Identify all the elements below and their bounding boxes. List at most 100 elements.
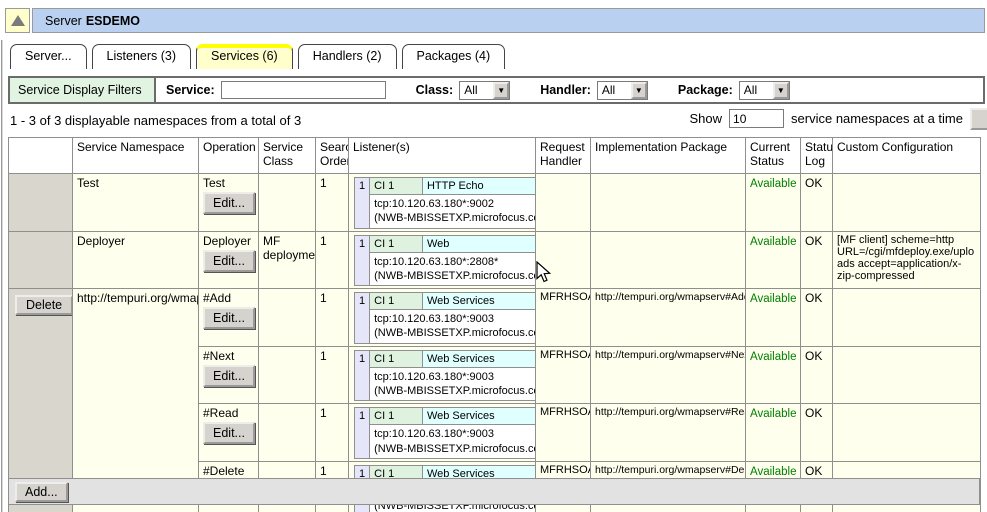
listener-host: (NWB-MBISSETXP.microfocus.com) <box>374 269 535 283</box>
package-select-value: All <box>740 83 773 97</box>
search-order-cell: 1 <box>316 404 349 462</box>
operation-cell: #Add Edit... <box>199 289 259 347</box>
status-log-cell: OK <box>801 231 833 289</box>
implementation-cell: http://tempuri.org/wmapserv#Next <box>591 346 746 404</box>
class-select[interactable]: All ▼ <box>459 81 510 100</box>
listener-address-cell: tcp:10.120.63.180*:2808* (NWB-MBISSETXP.… <box>370 252 536 286</box>
col-listeners: Listener(s) <box>349 138 536 174</box>
listener-mini-table: 1 CI 1 Web tcp:10.120.63.180*:2808* (NWB… <box>354 235 536 287</box>
request-handler-cell <box>536 174 591 232</box>
status-log-cell: OK <box>801 174 833 232</box>
listener-address-cell: tcp:10.120.63.180*:9003 (NWB-MBISSETXP.m… <box>370 425 536 459</box>
tab-handlers[interactable]: Handlers (2) <box>298 44 397 69</box>
delete-button[interactable]: Delete <box>15 295 73 315</box>
listener-mini-table: 1 CI 1 Web Services tcp:10.120.63.180*:9… <box>354 292 536 344</box>
service-filter-input[interactable] <box>221 81 386 99</box>
service-class-cell: MF deployment <box>259 231 316 289</box>
filters-title: Service Display Filters <box>10 78 156 102</box>
search-order-cell: 1 <box>316 289 349 347</box>
request-handler-cell: MFRHSOAP <box>536 346 591 404</box>
show-count-control: Show service namespaces at a time <box>690 109 964 128</box>
refresh-button-partial[interactable] <box>970 108 987 130</box>
tab-packages[interactable]: Packages (4) <box>402 44 506 69</box>
operation-label: #Read <box>203 406 238 420</box>
table-header-row: Service Namespace Operation Service Clas… <box>9 138 981 174</box>
listener-number: 1 <box>355 235 370 286</box>
listeners-cell: 1 CI 1 Web Services tcp:10.120.63.180*:9… <box>349 346 536 404</box>
frame-edge <box>1 40 3 512</box>
service-class-cell <box>259 346 316 404</box>
service-class-cell <box>259 174 316 232</box>
implementation-cell <box>591 231 746 289</box>
listener-name: Web <box>422 235 535 252</box>
listener-address-cell: tcp:10.120.63.180*:9002 (NWB-MBISSETXP.m… <box>370 195 536 229</box>
listeners-cell: 1 CI 1 Web tcp:10.120.63.180*:2808* (NWB… <box>349 231 536 289</box>
col-service-namespace: Service Namespace <box>73 138 199 174</box>
listener-name: Web Services <box>422 293 535 310</box>
tab-bar: Server... Listeners (3) Services (6) Han… <box>10 44 505 69</box>
show-label: Show <box>690 111 723 126</box>
show-suffix-label: service namespaces at a time <box>791 111 963 126</box>
listener-number: 1 <box>355 408 370 459</box>
edit-button[interactable]: Edit... <box>203 365 255 387</box>
col-request-handler: Request Handler <box>536 138 591 174</box>
listeners-cell: 1 CI 1 HTTP Echo tcp:10.120.63.180*:9002… <box>349 174 536 232</box>
handler-select[interactable]: All ▼ <box>597 81 648 100</box>
listener-mini-table: 1 CI 1 Web Services tcp:10.120.63.180*:9… <box>354 350 536 402</box>
listener-name: Web Services <box>422 350 535 367</box>
filter-fields: Service: Class: All ▼ Handler: All ▼ Pac… <box>156 78 790 102</box>
implementation-cell: http://tempuri.org/wmapserv#Read <box>591 404 746 462</box>
chevron-down-icon[interactable]: ▼ <box>631 82 647 99</box>
service-filter-label: Service: <box>166 83 215 97</box>
chevron-down-icon[interactable]: ▼ <box>773 82 789 99</box>
listener-address: tcp:10.120.63.180*:9003 <box>374 427 535 441</box>
listener-class: CI 1 <box>370 178 423 195</box>
handler-filter-label: Handler: <box>540 83 591 97</box>
status-badge: Available <box>750 351 796 363</box>
col-status-log: Status Log <box>801 138 833 174</box>
handler-select-value: All <box>598 83 631 97</box>
listener-class: CI 1 <box>370 235 423 252</box>
row-action-cell <box>9 174 73 232</box>
tab-listeners[interactable]: Listeners (3) <box>92 44 191 69</box>
col-service-class: Service Class <box>259 138 316 174</box>
listener-address-cell: tcp:10.120.63.180*:9003 (NWB-MBISSETXP.m… <box>370 367 536 401</box>
collapse-section-button[interactable] <box>5 8 30 33</box>
status-log-cell: OK <box>801 404 833 462</box>
col-operation: Operation <box>199 138 259 174</box>
custom-config-cell <box>833 404 981 462</box>
custom-config-cell <box>833 346 981 404</box>
custom-config-cell <box>833 289 981 347</box>
service-class-cell <box>259 404 316 462</box>
status-badge: Available <box>750 466 796 478</box>
enterprise-server-admin-window: Server ESDEMO Server... Listeners (3) Se… <box>0 0 987 512</box>
listener-class: CI 1 <box>370 408 423 425</box>
edit-button[interactable]: Edit... <box>203 422 255 444</box>
tab-server[interactable]: Server... <box>10 44 87 69</box>
request-handler-cell: MFRHSOAP <box>536 289 591 347</box>
listener-name: Web Services <box>422 408 535 425</box>
listener-host: (NWB-MBISSETXP.microfocus.com) <box>374 442 535 456</box>
edit-button[interactable]: Edit... <box>203 250 255 272</box>
edit-button[interactable]: Edit... <box>203 307 255 329</box>
tab-services[interactable]: Services (6) <box>196 44 293 69</box>
col-actions <box>9 138 73 174</box>
listener-number: 1 <box>355 293 370 344</box>
listener-number: 1 <box>355 350 370 401</box>
server-name: ESDEMO <box>86 14 140 28</box>
listener-mini-table: 1 CI 1 Web Services tcp:10.120.63.180*:9… <box>354 407 536 459</box>
add-button[interactable]: Add... <box>15 482 68 502</box>
operation-cell: Test Edit... <box>199 174 259 232</box>
status-badge: Available <box>750 408 796 420</box>
show-count-input[interactable] <box>729 109 784 128</box>
package-select[interactable]: All ▼ <box>739 81 790 100</box>
status-badge: Available <box>750 178 796 190</box>
chevron-down-icon[interactable]: ▼ <box>493 82 509 99</box>
operation-label: #Add <box>203 291 231 305</box>
col-implementation-package: Implementation Package <box>591 138 746 174</box>
server-title-bar: Server ESDEMO <box>32 8 985 33</box>
mouse-cursor <box>536 261 554 285</box>
edit-button[interactable]: Edit... <box>203 192 255 214</box>
implementation-cell <box>591 174 746 232</box>
service-display-filters-bar: Service Display Filters Service: Class: … <box>8 76 985 104</box>
